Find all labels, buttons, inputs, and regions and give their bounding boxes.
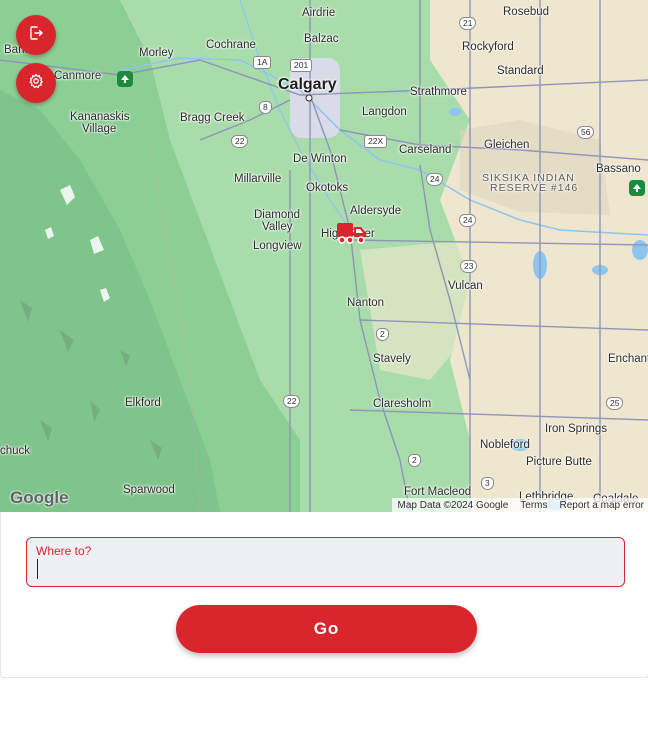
place-label: Millarville [234, 173, 282, 185]
place-label: Claresholm [373, 398, 432, 410]
settings-button[interactable] [16, 63, 56, 103]
exit-button[interactable] [16, 15, 56, 55]
destination-field[interactable]: Where to? [26, 537, 625, 587]
place-label: Gleichen [484, 139, 530, 151]
destination-input[interactable] [37, 559, 610, 579]
place-label: Elkford [125, 397, 161, 409]
place-label: Okotoks [306, 182, 349, 194]
place-label: Iron Springs [545, 423, 608, 435]
park-icon [629, 180, 645, 196]
highway-shield: 8 [259, 101, 272, 114]
place-label: Village [82, 123, 117, 135]
place-label: Kananaskis [70, 111, 130, 123]
place-label: Bragg Creek [180, 112, 245, 124]
place-label: Standard [497, 65, 544, 77]
place-label: Cochrane [206, 39, 256, 51]
place-label: Stavely [373, 353, 411, 365]
destination-label: Where to? [36, 544, 92, 558]
place-label: Rosebud [503, 6, 550, 18]
place-label: Morley [139, 47, 174, 59]
place-label: Bassano [596, 163, 641, 175]
place-label: Rockyford [462, 41, 514, 53]
place-label: Strathmore [410, 86, 467, 98]
truck-marker-icon[interactable] [336, 221, 368, 250]
google-logo: Google [10, 488, 69, 507]
place-label: Vulcan [448, 280, 483, 292]
exit-icon [28, 25, 44, 46]
place-label: Canmore [54, 70, 102, 82]
place-label: chuck [0, 445, 31, 457]
report-map-error-link[interactable]: Report a map error [560, 500, 644, 511]
map-view[interactable]: Airdrie Rosebud Cochrane Balzac Rockyfor… [0, 0, 648, 512]
highway-shield: 22X [364, 135, 388, 148]
place-label: Airdrie [302, 7, 336, 19]
highway-shield: 1A [253, 56, 272, 69]
place-label: Enchant [608, 353, 648, 365]
place-label: Nobleford [480, 439, 530, 451]
highway-shield: 3 [481, 477, 494, 490]
place-label: De Winton [293, 153, 347, 165]
place-label: Carseland [399, 144, 452, 156]
highway-shield: 201 [290, 59, 313, 72]
place-label: Fort Macleod [404, 486, 472, 498]
place-label: Picture Butte [526, 456, 592, 468]
go-button[interactable]: Go [176, 605, 477, 653]
place-label: Aldersyde [350, 205, 402, 217]
settings-icon [28, 73, 44, 94]
reserve-label-line2: RESERVE #146 [490, 182, 579, 194]
terms-link[interactable]: Terms [520, 500, 547, 511]
place-label: Longview [253, 240, 302, 252]
place-label: Sparwood [123, 484, 175, 496]
place-label: Nanton [347, 297, 385, 309]
place-label: Diamond [254, 209, 301, 221]
highway-shield: 2 [376, 328, 389, 341]
place-label: Valley [262, 221, 293, 233]
place-label: Balzac [304, 33, 339, 45]
place-label: Langdon [362, 106, 407, 118]
highway-shield: 2 [408, 454, 421, 467]
place-label-calgary: Calgary [278, 76, 337, 93]
destination-panel: Where to? Go [0, 512, 648, 678]
map-attribution-bar: Map Data ©2024 Google Terms Report a map… [391, 498, 648, 512]
map-data-attribution: Map Data ©2024 Google [397, 499, 509, 511]
park-icon [117, 71, 133, 87]
